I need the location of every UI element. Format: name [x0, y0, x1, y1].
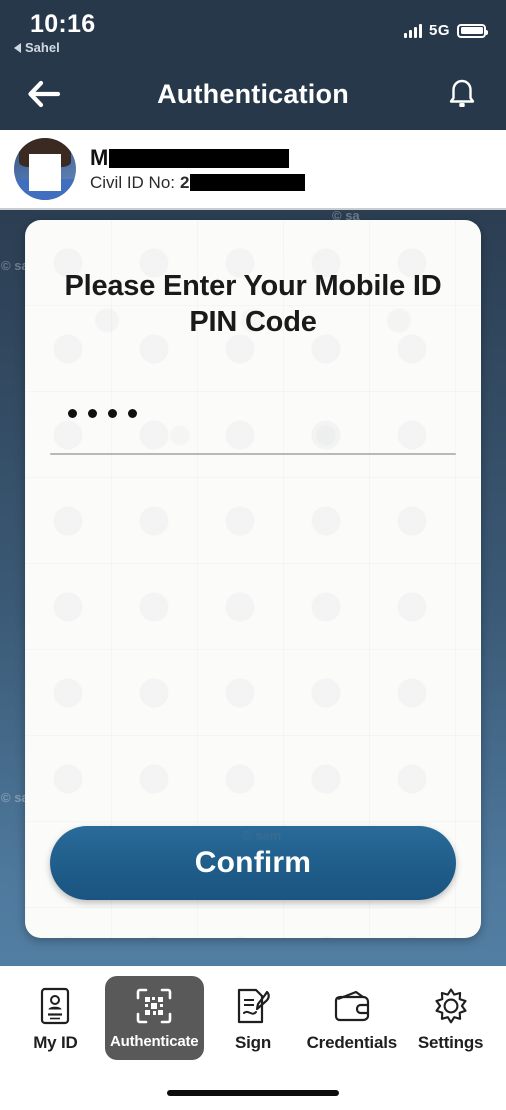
tab-label: Credentials: [307, 1033, 397, 1053]
status-bar-back-label: Sahel: [25, 40, 60, 55]
pin-dot: [88, 409, 97, 418]
app-header: Authentication: [0, 58, 506, 130]
profile-name: M: [90, 147, 305, 169]
sign-doc-icon: [232, 985, 274, 1027]
pin-prompt-title: Please Enter Your Mobile ID PIN Code: [50, 268, 456, 341]
home-indicator-area: [0, 1076, 506, 1110]
wallet-icon: [331, 985, 373, 1027]
pin-dot: [68, 409, 77, 418]
tab-label: My ID: [33, 1033, 77, 1053]
tab-authenticate[interactable]: Authenticate: [105, 976, 204, 1060]
phone-screen: 10:16 Sahel 5G Authentication: [0, 0, 506, 1110]
card-spacer: © sam: [50, 455, 456, 827]
network-type-label: 5G: [429, 22, 450, 39]
back-button[interactable]: [22, 72, 66, 116]
avatar: [14, 138, 76, 200]
status-bar: 10:16 Sahel 5G: [0, 0, 506, 58]
tab-my-id[interactable]: My ID: [6, 976, 105, 1063]
pin-entry-card: Please Enter Your Mobile ID PIN Code © s…: [25, 220, 481, 938]
tab-settings[interactable]: Settings: [401, 976, 500, 1063]
pin-dot: [128, 409, 137, 418]
notification-bell-icon: [447, 77, 477, 111]
triangle-left-icon: [14, 43, 21, 53]
status-bar-time: 10:16: [30, 10, 95, 39]
tab-label: Sign: [235, 1033, 271, 1053]
tab-label: Authenticate: [110, 1033, 198, 1050]
profile-strip[interactable]: M Civil ID No: 2: [0, 130, 506, 210]
pin-dot: [108, 409, 117, 418]
gear-icon: [430, 985, 472, 1027]
confirm-button[interactable]: Confirm: [50, 826, 456, 900]
pin-input-area[interactable]: [50, 397, 456, 455]
signal-bars-icon: [404, 24, 422, 38]
page-title: Authentication: [0, 79, 506, 110]
profile-name-initial: M: [90, 147, 108, 169]
qr-scan-icon: [133, 985, 175, 1027]
profile-text: M Civil ID No: 2: [90, 147, 305, 191]
notifications-button[interactable]: [440, 72, 484, 116]
tab-sign[interactable]: Sign: [204, 976, 303, 1063]
tab-label: Settings: [418, 1033, 483, 1053]
status-bar-indicators: 5G: [404, 22, 486, 39]
civil-id-redaction: [190, 174, 305, 191]
bottom-tab-bar: My ID Au: [0, 966, 506, 1076]
status-bar-back-to-app[interactable]: Sahel: [14, 40, 60, 55]
profile-name-redaction: [109, 149, 289, 168]
pin-input[interactable]: [50, 397, 456, 431]
content-stage: © sa © sa © sa Please Enter Your Mobile …: [0, 210, 506, 966]
battery-full-icon: [457, 24, 486, 38]
civil-id-label: Civil ID No:: [90, 174, 175, 191]
arrow-left-icon: [27, 80, 61, 108]
id-card-icon: [34, 985, 76, 1027]
tab-credentials[interactable]: Credentials: [302, 976, 401, 1063]
profile-civil-id: Civil ID No: 2: [90, 174, 305, 191]
avatar-face-redaction: [29, 154, 61, 191]
home-indicator[interactable]: [167, 1090, 339, 1096]
civil-id-prefix: 2: [180, 174, 189, 191]
